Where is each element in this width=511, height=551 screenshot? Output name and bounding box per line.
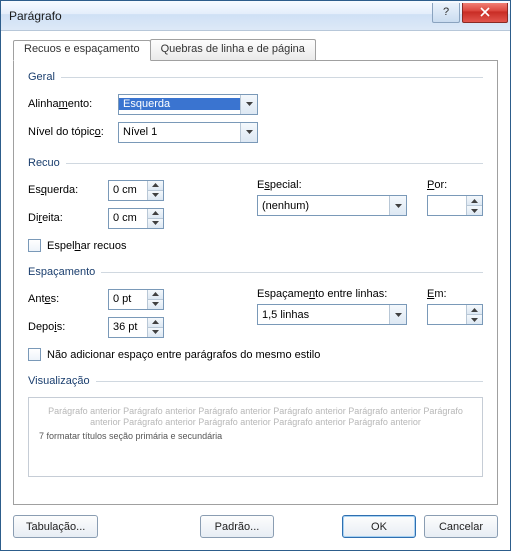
divider: [96, 381, 483, 382]
after-input[interactable]: [109, 318, 147, 337]
spin-up-icon[interactable]: [148, 209, 163, 219]
ok-button-label: OK: [371, 521, 387, 533]
line-spacing-label: Espaçamento entre linhas:: [257, 288, 407, 300]
tab-panel: Geral Alinhamento: Esquerda Nível do tóp…: [13, 61, 498, 505]
cancel-button-label: Cancelar: [439, 521, 483, 533]
tabs-button-label: Tabulação...: [26, 521, 85, 533]
alignment-combo[interactable]: Esquerda: [118, 94, 258, 115]
spin-down-icon[interactable]: [148, 300, 163, 309]
group-general-label: Geral: [28, 71, 61, 83]
spin-down-icon[interactable]: [148, 219, 163, 228]
indent-left-input[interactable]: [109, 181, 147, 200]
default-button[interactable]: Padrão...: [200, 515, 274, 538]
at-label: Em:: [427, 288, 483, 300]
checkbox-box: [28, 348, 41, 361]
spin-down-icon[interactable]: [148, 328, 163, 337]
chevron-down-icon[interactable]: [240, 95, 257, 114]
line-spacing-combo[interactable]: 1,5 linhas: [257, 304, 407, 325]
ok-button[interactable]: OK: [342, 515, 416, 538]
by-label: Por:: [427, 179, 483, 191]
mirror-indents-checkbox[interactable]: Espelhar recuos: [28, 239, 483, 252]
tabstrip: Recuos e espaçamento Quebras de linha e …: [13, 39, 498, 61]
indent-right-label: Direita:: [28, 212, 108, 224]
outline-level-value: Nível 1: [119, 126, 240, 138]
before-label: Antes:: [28, 293, 108, 305]
special-label: Especial:: [257, 179, 407, 191]
chevron-down-icon[interactable]: [240, 123, 257, 142]
special-combo[interactable]: (nenhum): [257, 195, 407, 216]
close-button[interactable]: [462, 3, 508, 23]
preview-sample-text: 7 formatar títulos seção primária e secu…: [39, 431, 472, 442]
chevron-down-icon[interactable]: [389, 196, 406, 215]
titlebar[interactable]: Parágrafo ?: [1, 1, 510, 31]
spin-up-icon[interactable]: [148, 318, 163, 328]
group-indent-label: Recuo: [28, 157, 66, 169]
spin-down-icon[interactable]: [467, 206, 482, 215]
divider: [101, 272, 483, 273]
spin-up-icon[interactable]: [148, 181, 163, 191]
divider: [61, 77, 483, 78]
default-button-label: Padrão...: [215, 521, 260, 533]
button-bar: Tabulação... Padrão... OK Cancelar: [13, 515, 498, 538]
after-spinner[interactable]: [108, 317, 164, 338]
line-spacing-value: 1,5 linhas: [258, 309, 389, 321]
indent-left-label: Esquerda:: [28, 184, 108, 196]
before-input[interactable]: [109, 290, 147, 309]
paragraph-dialog: Parágrafo ? Recuos e espaçamento Quebras…: [0, 0, 511, 551]
alignment-label: Alinhamento:: [28, 98, 118, 110]
tab-indent-spacing[interactable]: Recuos e espaçamento: [13, 40, 151, 61]
outline-level-combo[interactable]: Nível 1: [118, 122, 258, 143]
at-input[interactable]: [428, 305, 466, 324]
by-spinner[interactable]: [427, 195, 483, 216]
spin-up-icon[interactable]: [467, 305, 482, 315]
spin-down-icon[interactable]: [467, 315, 482, 324]
group-spacing-label: Espaçamento: [28, 266, 101, 278]
at-spinner[interactable]: [427, 304, 483, 325]
preview-box: Parágrafo anterior Parágrafo anterior Pa…: [28, 397, 483, 477]
indent-right-input[interactable]: [109, 209, 147, 228]
indent-right-spinner[interactable]: [108, 208, 164, 229]
window-title: Parágrafo: [9, 9, 430, 23]
special-value: (nenhum): [258, 200, 389, 212]
spin-up-icon[interactable]: [467, 196, 482, 206]
no-space-same-style-checkbox[interactable]: Não adicionar espaço entre parágrafos do…: [28, 348, 483, 361]
alignment-value: Esquerda: [119, 98, 240, 110]
no-space-same-style-label: Não adicionar espaço entre parágrafos do…: [47, 349, 320, 361]
cancel-button[interactable]: Cancelar: [424, 515, 498, 538]
divider: [66, 163, 483, 164]
indent-left-spinner[interactable]: [108, 180, 164, 201]
tab-line-page-breaks[interactable]: Quebras de linha e de página: [150, 39, 316, 60]
group-preview-label: Visualização: [28, 375, 96, 387]
spin-up-icon[interactable]: [148, 290, 163, 300]
outline-level-label: Nível do tópico:: [28, 126, 118, 138]
tabs-button[interactable]: Tabulação...: [13, 515, 98, 538]
help-button[interactable]: ?: [432, 3, 460, 23]
chevron-down-icon[interactable]: [389, 305, 406, 324]
preview-ghost-text: Parágrafo anterior Parágrafo anterior Pa…: [39, 406, 472, 429]
mirror-indents-label: Espelhar recuos: [47, 240, 127, 252]
checkbox-box: [28, 239, 41, 252]
spin-down-icon[interactable]: [148, 191, 163, 200]
after-label: Depois:: [28, 321, 108, 333]
by-input[interactable]: [428, 196, 466, 215]
before-spinner[interactable]: [108, 289, 164, 310]
